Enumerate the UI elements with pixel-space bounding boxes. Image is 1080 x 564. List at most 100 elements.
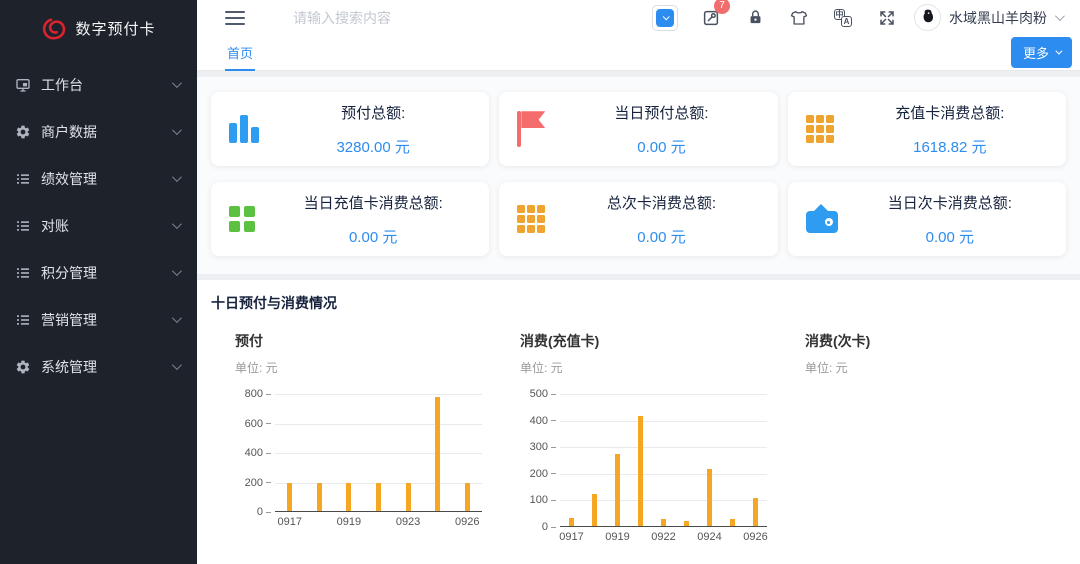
theme-button[interactable]: [788, 7, 810, 29]
sidebar: 数字预付卡 工作台 商户数据 绩效管理: [0, 0, 197, 564]
sidebar-item-workbench[interactable]: 工作台: [0, 61, 197, 108]
sidebar-item-merchant-data[interactable]: 商户数据: [0, 108, 197, 155]
grid-green-icon: [229, 206, 275, 232]
chart-prepaid: 预付 单位: 元 09170919092309260200400600800: [211, 331, 496, 564]
bar: [465, 483, 470, 511]
sidebar-item-label: 系统管理: [41, 357, 172, 377]
stat-card-value: 0.00 元: [563, 226, 759, 247]
bar: [638, 416, 643, 526]
sidebar-item-label: 商户数据: [41, 122, 172, 142]
chevron-down-icon: [656, 9, 674, 27]
bar: [730, 519, 735, 526]
tools-notification-button[interactable]: 7: [700, 7, 722, 29]
y-tick-label: 800: [235, 388, 271, 400]
stat-card-label: 当日充值卡消费总额:: [275, 192, 471, 213]
bar: [287, 483, 292, 511]
stat-card-recharge-consume-total[interactable]: 充值卡消费总额: 1618.82 元: [788, 92, 1066, 166]
chart-title: 消费(次卡): [805, 331, 1066, 351]
chevron-down-icon: [1055, 48, 1062, 55]
bar: [435, 397, 440, 511]
gridline: [275, 424, 482, 425]
lock-icon: [747, 9, 764, 26]
x-tick-label: 0917: [278, 516, 302, 528]
bar: [592, 494, 597, 526]
stat-card-value: 0.00 元: [563, 136, 759, 157]
bar: [346, 483, 351, 511]
gear-icon: [14, 123, 31, 140]
bar: [406, 483, 411, 511]
stat-card-times-card-consume-total[interactable]: 总次卡消费总额: 0.00 元: [499, 182, 777, 256]
sidebar-item-points[interactable]: 积分管理: [0, 249, 197, 296]
sidebar-item-reconciliation[interactable]: 对账: [0, 202, 197, 249]
grid-orange-icon: [517, 205, 563, 233]
chevron-down-icon: [172, 219, 182, 229]
stat-card-value: 3280.00 元: [275, 136, 471, 157]
username: 水域黑山羊肉粉: [949, 8, 1047, 28]
list-icon: [14, 170, 31, 187]
fullscreen-icon: [878, 9, 896, 27]
chart-consume-recharge: 消费(充值卡) 单位: 元 09170919092209240926010020…: [496, 331, 781, 564]
user-menu[interactable]: 水域黑山羊肉粉: [914, 4, 1062, 31]
notification-badge: 7: [714, 0, 730, 14]
x-tick-label: 0919: [337, 516, 361, 528]
chart-subtitle: 单位: 元: [805, 359, 1066, 376]
chart-title: 消费(充值卡): [520, 331, 781, 351]
sidebar-item-label: 工作台: [41, 75, 172, 95]
chart-subtitle: 单位: 元: [235, 359, 496, 376]
plot-area: 09170919092209240926: [560, 394, 767, 527]
x-tick-label: 0926: [743, 531, 767, 543]
sidebar-item-marketing[interactable]: 营销管理: [0, 296, 197, 343]
sidebar-item-label: 积分管理: [41, 263, 172, 283]
chevron-down-icon: [172, 313, 182, 323]
sidebar-item-system[interactable]: 系统管理: [0, 343, 197, 390]
stat-card-label: 总次卡消费总额:: [563, 192, 759, 213]
list-icon: [14, 217, 31, 234]
language-button[interactable]: 中A: [832, 7, 854, 29]
sidebar-item-label: 对账: [41, 216, 172, 236]
stat-card-value: 1618.82 元: [852, 136, 1048, 157]
x-tick-label: 0922: [651, 531, 675, 543]
y-tick-label: 0: [235, 506, 271, 518]
app-title: 数字预付卡: [75, 18, 155, 39]
collapse-select-button[interactable]: [652, 5, 678, 31]
bar: [707, 469, 712, 526]
x-tick-label: 0923: [396, 516, 420, 528]
app-root: 数字预付卡 工作台 商户数据 绩效管理: [0, 0, 1080, 564]
chart-consume-times-card: 消费(次卡) 单位: 元: [781, 331, 1066, 564]
stat-card-today-prepaid[interactable]: 当日预付总额: 0.00 元: [499, 92, 777, 166]
lock-button[interactable]: [744, 7, 766, 29]
more-button[interactable]: 更多: [1011, 37, 1072, 68]
flag-icon: [517, 111, 563, 147]
y-tick-label: 100: [520, 494, 556, 506]
gear-icon: [14, 358, 31, 375]
y-tick-label: 600: [235, 418, 271, 430]
stat-card-value: 0.00 元: [852, 226, 1048, 247]
charts-section: 十日预付与消费情况 预付 单位: 元 091709190923092602004…: [197, 280, 1080, 564]
fullscreen-button[interactable]: [876, 7, 898, 29]
y-tick-label: 300: [520, 441, 556, 453]
sidebar-item-label: 营销管理: [41, 310, 172, 330]
tab-home[interactable]: 首页: [225, 35, 255, 71]
chevron-down-icon: [172, 360, 182, 370]
gridline: [560, 394, 767, 395]
bar: [317, 483, 322, 511]
y-tick-label: 0: [520, 521, 556, 533]
hamburger-menu-icon[interactable]: [225, 11, 245, 25]
sidebar-item-performance[interactable]: 绩效管理: [0, 155, 197, 202]
stat-card-today-recharge-consume[interactable]: 当日充值卡消费总额: 0.00 元: [211, 182, 489, 256]
plot-area: 0917091909230926: [275, 394, 482, 512]
bar: [753, 498, 758, 526]
stat-card-prepaid-total[interactable]: 预付总额: 3280.00 元: [211, 92, 489, 166]
list-icon: [14, 264, 31, 281]
gridline: [560, 421, 767, 422]
stat-card-today-times-card-consume[interactable]: 当日次卡消费总额: 0.00 元: [788, 182, 1066, 256]
avatar: [914, 4, 941, 31]
y-tick-label: 500: [520, 388, 556, 400]
top-icon-row: 7 中A: [652, 5, 898, 31]
search-input[interactable]: [293, 10, 652, 26]
bar-chart-icon: [229, 115, 275, 143]
bar: [376, 483, 381, 511]
wallet-icon: [806, 204, 852, 234]
charts-row: 预付 单位: 元 09170919092309260200400600800 消…: [211, 331, 1066, 564]
chart-title: 预付: [235, 331, 496, 351]
